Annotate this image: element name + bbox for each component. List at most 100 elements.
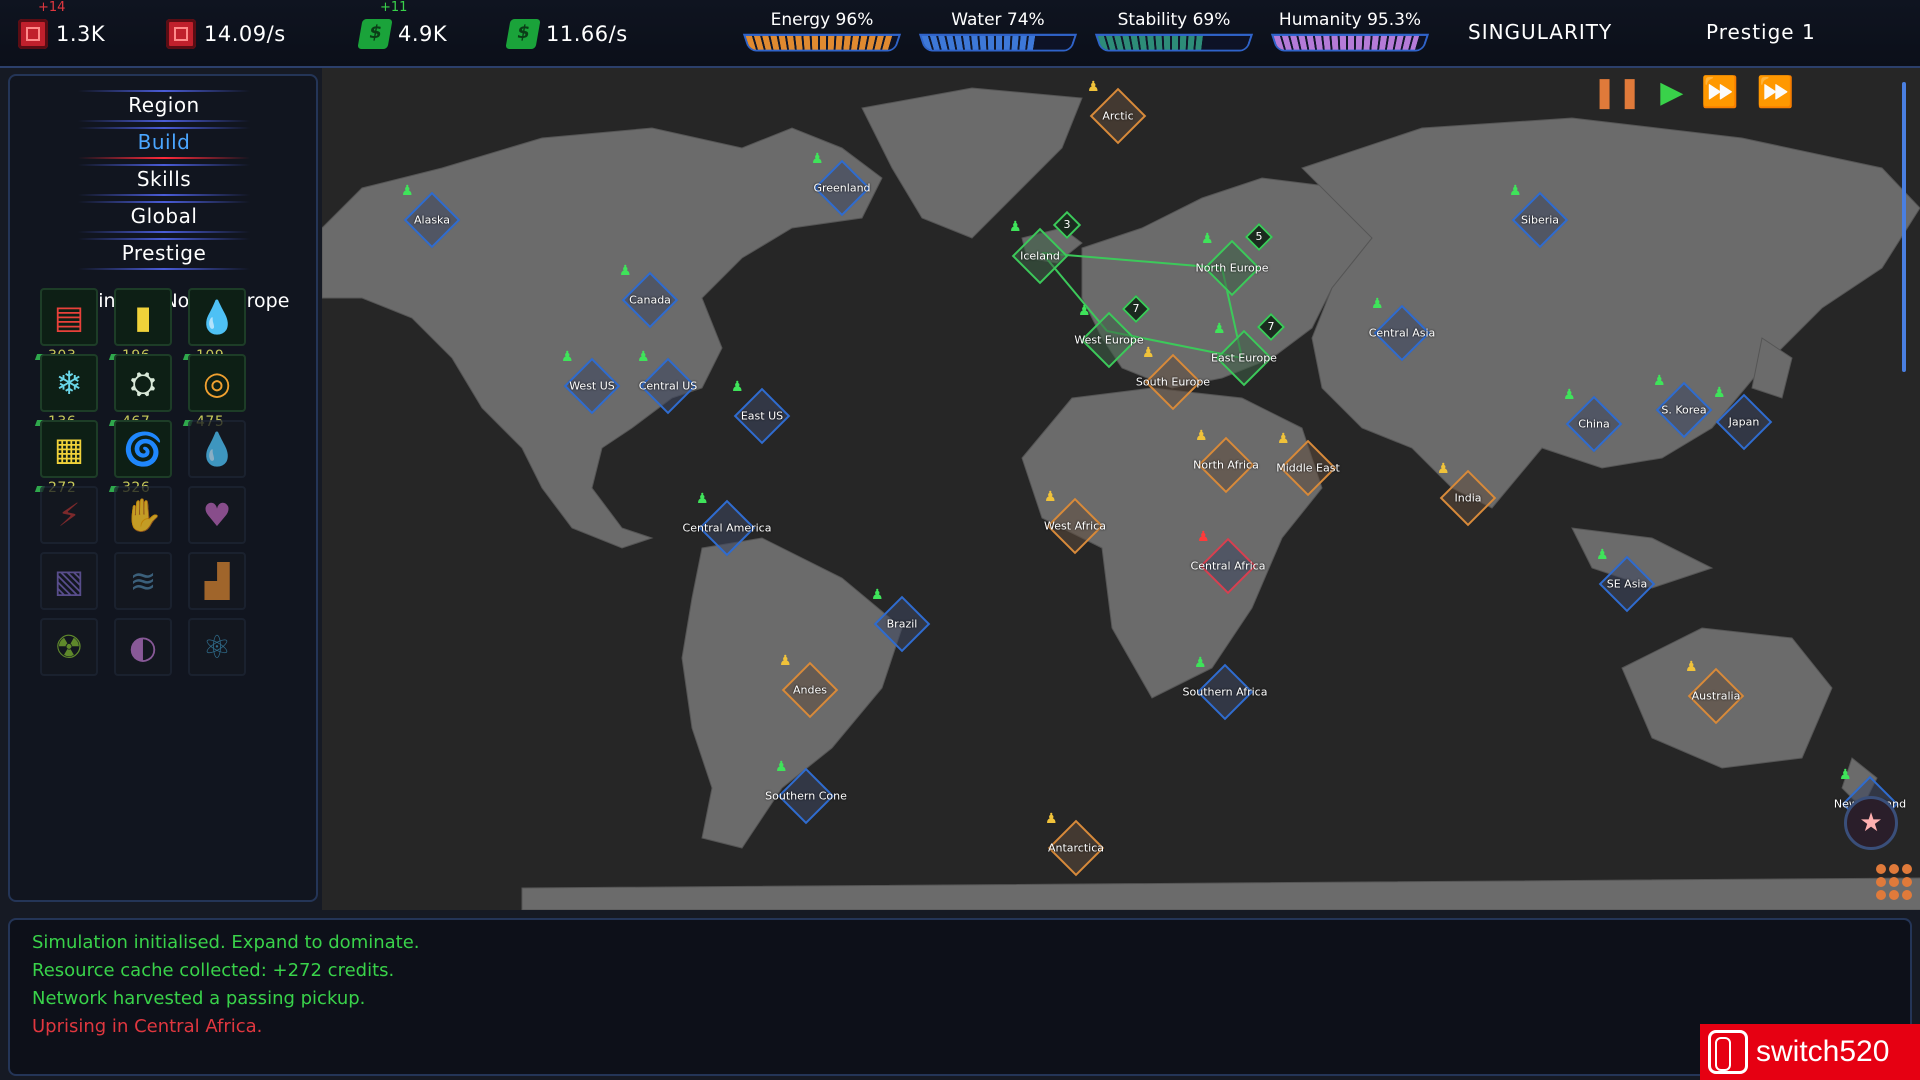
region-label: Alaska bbox=[414, 213, 450, 227]
region-west-us[interactable]: ♟ West US bbox=[561, 349, 621, 415]
region-greenland[interactable]: ♟ Greenland bbox=[811, 151, 871, 217]
tab-build[interactable]: Build bbox=[78, 127, 250, 159]
region-central-america[interactable]: ♟ Central America bbox=[683, 491, 771, 557]
stability-label: Stability 69% bbox=[1117, 10, 1231, 30]
region-east-us[interactable]: ♟ East US bbox=[731, 379, 791, 445]
singularity-button[interactable]: SINGULARITY bbox=[1468, 20, 1612, 44]
chip-icon bbox=[166, 19, 196, 49]
region-label: East Europe bbox=[1211, 351, 1277, 365]
region-india[interactable]: ♟ India bbox=[1437, 461, 1497, 527]
region-canada[interactable]: ♟ Canada bbox=[619, 263, 679, 329]
region-north-africa[interactable]: ♟ North Africa bbox=[1193, 428, 1259, 494]
build-hand-seed-button[interactable]: ✋ bbox=[114, 486, 172, 544]
region-iceland[interactable]: ♟ Iceland 3 bbox=[1009, 210, 1082, 285]
map-scrollbar[interactable] bbox=[1902, 82, 1906, 372]
region-japan[interactable]: ♟ Japan bbox=[1713, 385, 1773, 451]
robot-icon: ⛭ bbox=[130, 364, 156, 402]
population-icon: ♟ bbox=[1653, 373, 1666, 389]
build-cooling-button[interactable]: ❄ bbox=[40, 354, 98, 412]
region-china[interactable]: ♟ China bbox=[1563, 387, 1623, 453]
population-icon: ♟ bbox=[1201, 231, 1214, 247]
population-icon: ♟ bbox=[1087, 79, 1100, 95]
fast-forward-button[interactable]: ⏩ bbox=[1701, 78, 1738, 108]
region-east-europe[interactable]: ♟ East Europe 7 bbox=[1211, 312, 1286, 387]
region-label: SE Asia bbox=[1606, 577, 1648, 591]
compute-rate-value: 14.09/s bbox=[204, 22, 286, 46]
compute-rate-resource: 14.09/s bbox=[166, 18, 286, 50]
achievement-icon[interactable]: ★ bbox=[1844, 796, 1898, 850]
population-icon: ♟ bbox=[1596, 547, 1609, 563]
build-dark-drop-button[interactable]: 💧 bbox=[188, 420, 246, 478]
region-central-africa[interactable]: ♟ Central Africa bbox=[1191, 529, 1265, 595]
tab-skills[interactable]: Skills bbox=[78, 164, 250, 196]
vault-icon: ◎ bbox=[203, 364, 231, 402]
region-southern-africa[interactable]: ♟ Southern Africa bbox=[1183, 655, 1267, 721]
population-icon: ♟ bbox=[811, 151, 824, 167]
region-south-europe[interactable]: ♟ South Europe bbox=[1136, 345, 1210, 411]
region-west-africa[interactable]: ♟ West Africa bbox=[1044, 489, 1106, 555]
region-central-us[interactable]: ♟ Central US bbox=[637, 349, 697, 415]
region-label: Southern Cone bbox=[765, 789, 847, 803]
tab-region[interactable]: Region bbox=[78, 90, 250, 122]
region-label: West Europe bbox=[1074, 333, 1144, 347]
region-andes[interactable]: ♟ Andes bbox=[779, 653, 839, 719]
region-label: South Europe bbox=[1135, 375, 1211, 389]
energy-meter: Energy 96% bbox=[742, 10, 902, 52]
region-alaska[interactable]: ♟ Alaska bbox=[401, 183, 461, 249]
population-icon: ♟ bbox=[775, 759, 788, 775]
build-brain-button[interactable]: ◐ bbox=[114, 618, 172, 676]
pause-button[interactable]: ❚❚ bbox=[1592, 78, 1642, 108]
build-server-button[interactable]: ▤ bbox=[40, 288, 98, 346]
region-level: 5 bbox=[1255, 230, 1263, 243]
region-level: 3 bbox=[1063, 218, 1071, 231]
build-robot-button[interactable]: ⛭ bbox=[114, 354, 172, 412]
water-bar bbox=[921, 35, 1035, 50]
build-heart-hands-button[interactable]: ♥ bbox=[188, 486, 246, 544]
region-antarctica[interactable]: ♟ Antarctica bbox=[1045, 811, 1105, 877]
region-southern-cone[interactable]: ♟ Southern Cone bbox=[765, 759, 847, 825]
region-siberia[interactable]: ♟ Siberia bbox=[1509, 183, 1569, 249]
tab-global[interactable]: Global bbox=[78, 201, 250, 233]
build-chip-card-button[interactable]: ▧ bbox=[40, 552, 98, 610]
play-button[interactable]: ▶ bbox=[1660, 78, 1683, 108]
build-factory-button[interactable]: ▟ bbox=[188, 552, 246, 610]
region-arctic[interactable]: ♟ Arctic bbox=[1087, 79, 1147, 145]
region-label: S. Korea bbox=[1661, 403, 1707, 417]
region-middle-east[interactable]: ♟ Middle East bbox=[1276, 431, 1340, 497]
wind-icon: 🌀 bbox=[123, 430, 163, 468]
uprising-icon: ♟ bbox=[1197, 529, 1210, 545]
credits-delta: +11 bbox=[380, 0, 408, 15]
build-nuclear-button[interactable]: ☢ bbox=[40, 618, 98, 676]
region-label: Arctic bbox=[1102, 109, 1134, 123]
region-west-europe[interactable]: ♟ West Europe 7 bbox=[1074, 294, 1151, 369]
population-icon: ♟ bbox=[1839, 767, 1852, 783]
cooling-icon: ❄ bbox=[55, 364, 83, 402]
region-s-korea[interactable]: ♟ S. Korea bbox=[1653, 373, 1713, 439]
region-level: 7 bbox=[1132, 302, 1140, 315]
solar-panel-icon: ▦ bbox=[53, 430, 85, 468]
build-solar-panel-button[interactable]: ▦ bbox=[40, 420, 98, 478]
population-icon: ♟ bbox=[619, 263, 632, 279]
population-icon: ♟ bbox=[1371, 296, 1384, 312]
region-central-asia[interactable]: ♟ Central Asia bbox=[1369, 296, 1435, 362]
grid-menu-icon[interactable] bbox=[1876, 864, 1912, 900]
region-brazil[interactable]: ♟ Brazil bbox=[871, 587, 931, 653]
region-north-europe[interactable]: ♟ North Europe 5 bbox=[1196, 222, 1274, 297]
credits-rate-resource: 11.66/s bbox=[505, 18, 628, 50]
region-se-asia[interactable]: ♟ SE Asia bbox=[1596, 547, 1656, 613]
nuclear-icon: ☢ bbox=[54, 628, 84, 666]
world-map[interactable]: ❚❚ ▶ ⏩ ⏩ ♟ Arctic ♟ Alaska ♟ Greenland ♟ Icelan… bbox=[322, 68, 1920, 910]
build-battery-button[interactable]: ▮ bbox=[114, 288, 172, 346]
tab-prestige[interactable]: Prestige bbox=[78, 238, 250, 270]
build-wind-button[interactable]: 🌀 bbox=[114, 420, 172, 478]
compute-resource: +14 1.3K bbox=[18, 0, 105, 50]
chip-icon bbox=[18, 19, 48, 49]
build-antenna-button[interactable]: ⚡ bbox=[40, 486, 98, 544]
build-vault-button[interactable]: ◎ bbox=[188, 354, 246, 412]
build-water-drop-button[interactable]: 💧 bbox=[188, 288, 246, 346]
build-waves-button[interactable]: ≋ bbox=[114, 552, 172, 610]
log-line: Resource cache collected: +272 credits. bbox=[32, 960, 395, 981]
build-atom-button[interactable]: ⚛ bbox=[188, 618, 246, 676]
fastest-forward-button[interactable]: ⏩ bbox=[1757, 78, 1794, 108]
region-australia[interactable]: ♟ Australia bbox=[1685, 659, 1745, 725]
